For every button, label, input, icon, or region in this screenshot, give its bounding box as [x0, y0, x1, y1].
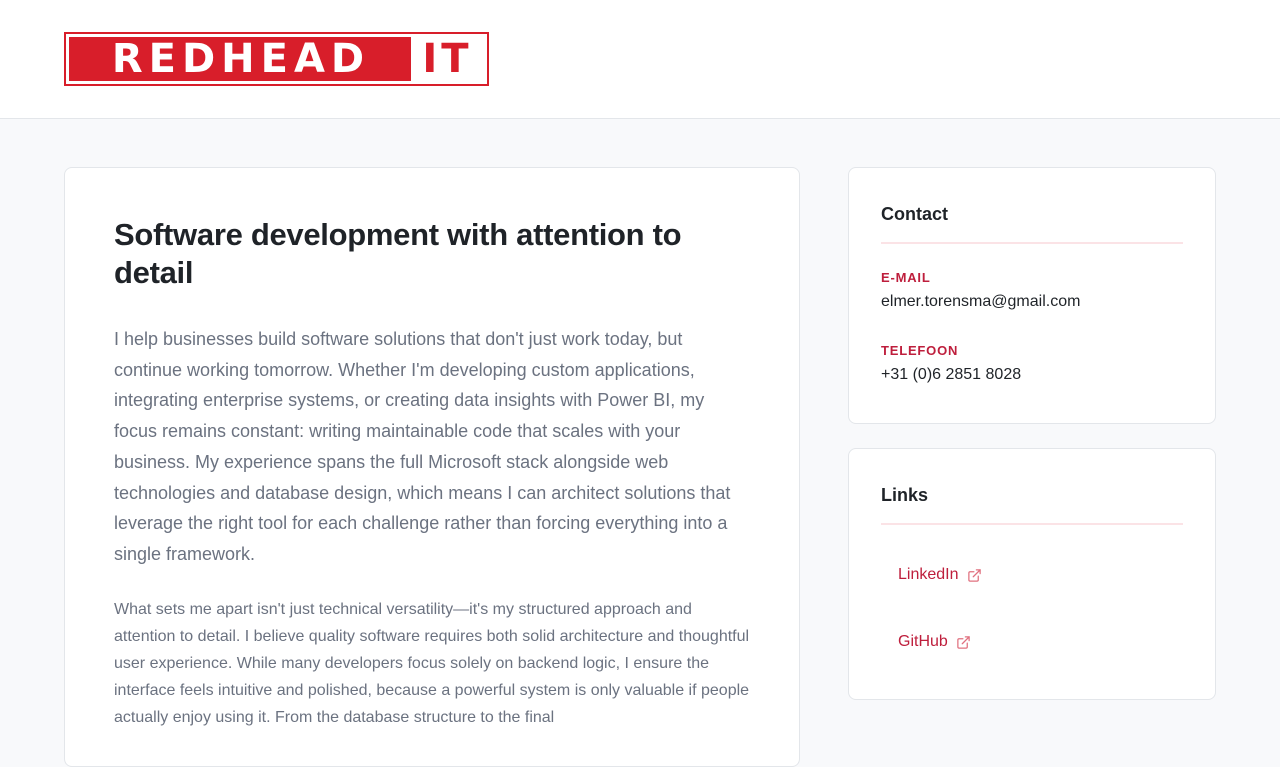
phone-field: TELEFOON +31 (0)6 2851 8028: [881, 343, 1183, 384]
links-card: Links LinkedIn GitHub: [848, 448, 1216, 700]
external-link-icon: [957, 635, 970, 649]
logo-red-part: REDHEAD: [69, 36, 411, 82]
phone-value[interactable]: +31 (0)6 2851 8028: [881, 366, 1183, 384]
intro-body-paragraph: What sets me apart isn't just technical …: [114, 600, 750, 726]
github-link[interactable]: GitHub: [881, 630, 1183, 654]
email-value[interactable]: elmer.torensma@gmail.com: [881, 293, 1183, 311]
github-link-label: GitHub: [898, 633, 948, 650]
intro-card: Software development with attention to d…: [64, 167, 800, 767]
site-header: REDHEAD IT: [0, 0, 1280, 119]
linkedin-link[interactable]: LinkedIn: [881, 563, 1183, 587]
logo-inner: REDHEAD IT: [69, 36, 484, 82]
intro-lead-paragraph: I help businesses build software solutio…: [114, 329, 731, 564]
phone-label: TELEFOON: [881, 343, 959, 358]
page-title: Software development with attention to d…: [114, 217, 682, 290]
logo-white-part: IT: [422, 36, 473, 82]
contact-card: Contact E-MAIL elmer.torensma@gmail.com …: [848, 167, 1216, 424]
linkedin-link-label: LinkedIn: [898, 566, 959, 583]
external-link-icon: [967, 568, 981, 582]
contact-title: Contact: [881, 168, 1183, 244]
links-title: Links: [881, 449, 1183, 525]
email-field: E-MAIL elmer.torensma@gmail.com: [881, 270, 1183, 311]
email-label: E-MAIL: [881, 270, 931, 285]
redheadit-logo[interactable]: REDHEAD IT: [64, 32, 489, 86]
